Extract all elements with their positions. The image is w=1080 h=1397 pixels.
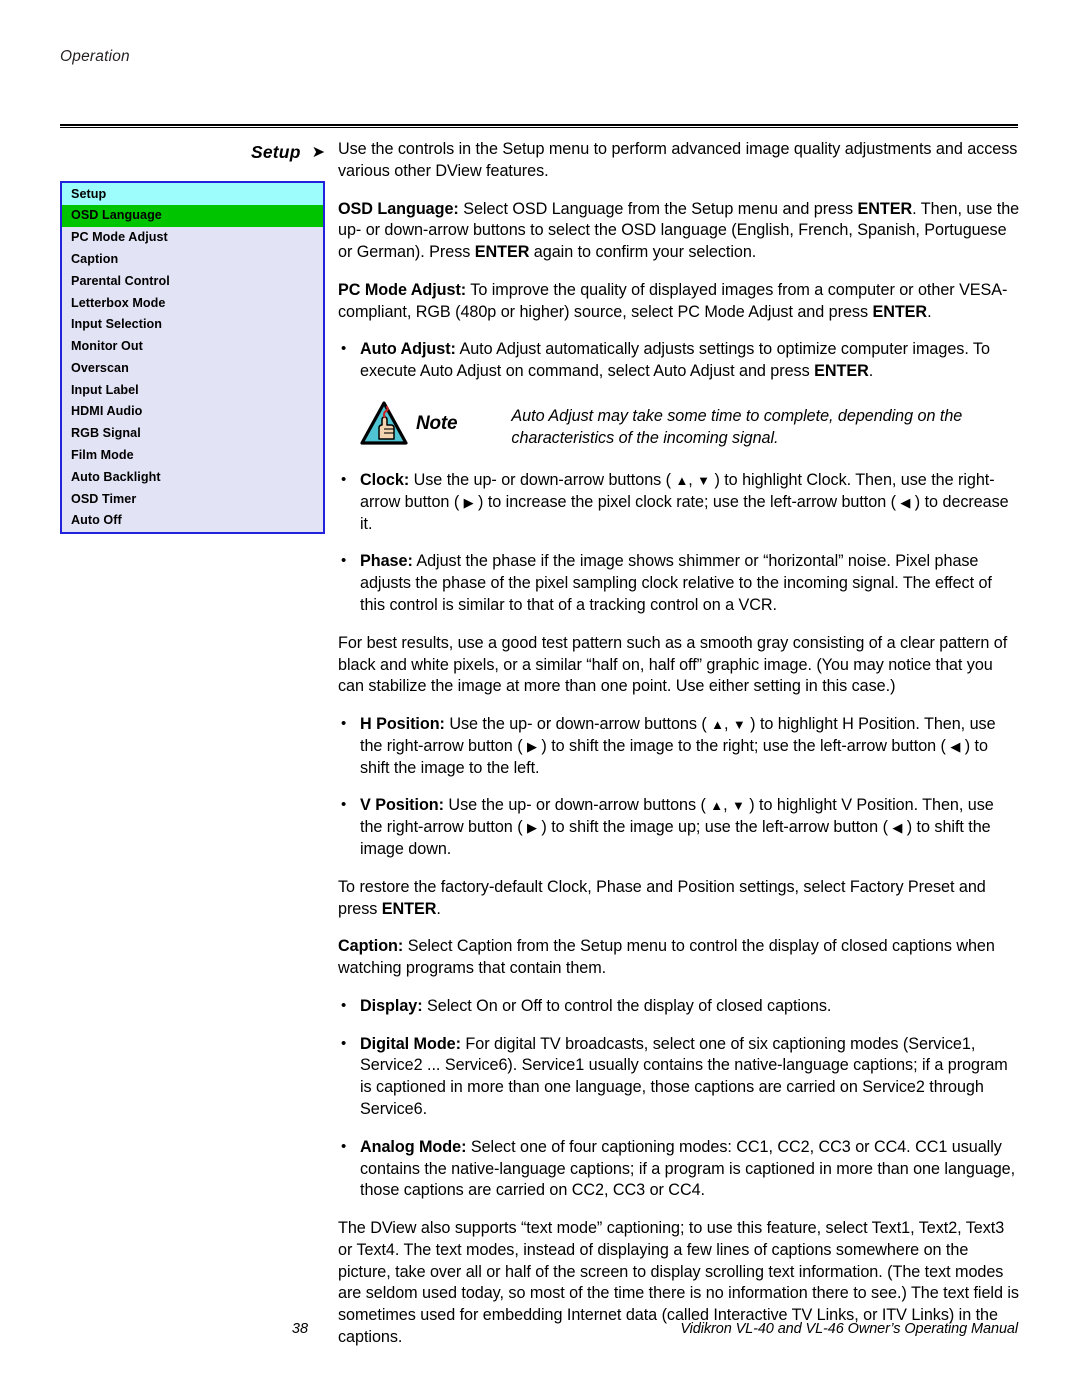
bullet-list-clock-phase: Clock: Use the up- or down-arrow buttons… <box>338 470 1020 617</box>
term-phase: Phase: <box>360 552 413 571</box>
osd-menu-item-rgb-signal[interactable]: RGB Signal <box>62 423 323 445</box>
osd-menu-item-input-label[interactable]: Input Label <box>62 379 323 401</box>
running-head: Operation <box>60 48 130 65</box>
osd-menu-item-hdmi-audio[interactable]: HDMI Audio <box>62 401 323 423</box>
arrow-up-icon: ▲ <box>675 473 689 489</box>
paragraph-pc-mode-adjust: PC Mode Adjust: To improve the quality o… <box>338 280 1020 324</box>
bullet-list-auto-adjust: Auto Adjust: Auto Adjust automatically a… <box>338 339 1020 383</box>
osd-menu-item-overscan[interactable]: Overscan <box>62 357 323 379</box>
arrow-down-icon: ▼ <box>697 473 710 489</box>
text-v-position-a: Use the up- or down-arrow buttons ( <box>443 796 711 815</box>
list-item-display: Display: Select On or Off to control the… <box>338 996 1020 1018</box>
header-divider <box>60 124 1018 128</box>
term-auto-adjust: Auto Adjust: <box>360 340 456 359</box>
text-auto-adjust-b: . <box>868 362 874 381</box>
osd-menu-item-auto-off[interactable]: Auto Off <box>62 510 323 532</box>
note-body-text: Auto Adjust may take some time to comple… <box>511 407 963 447</box>
text-clock-comma: , <box>688 471 698 490</box>
bullet-list-caption-modes: Display: Select On or Off to control the… <box>338 996 1020 1202</box>
keyword-enter: ENTER <box>857 199 913 218</box>
arrow-right-icon: ▶ <box>527 738 537 754</box>
text-v-position-comma: , <box>723 796 732 815</box>
manual-title: Vidikron VL-40 and VL-46 Owner’s Operati… <box>680 1321 1018 1337</box>
osd-menu-item-caption[interactable]: Caption <box>62 248 323 270</box>
page-footer: 38 Vidikron VL-40 and VL-46 Owner’s Oper… <box>60 1321 1018 1337</box>
list-item-analog-mode: Analog Mode: Select one of four captioni… <box>338 1137 1020 1202</box>
term-h-position: H Position: <box>360 715 445 734</box>
body-text-column: Use the controls in the Setup menu to pe… <box>338 139 1020 1349</box>
term-display: Display: <box>360 996 423 1015</box>
term-osd-language: OSD Language: <box>338 199 459 218</box>
list-item-h-position: H Position: Use the up- or down-arrow bu… <box>338 714 1020 779</box>
arrow-up-icon: ▲ <box>711 717 724 733</box>
section-marker: Setup ➤ <box>150 142 325 163</box>
osd-menu-item-film-mode[interactable]: Film Mode <box>62 444 323 466</box>
osd-menu-item-osd-language[interactable]: OSD Language <box>62 204 323 227</box>
term-pc-mode-adjust: PC Mode Adjust: <box>338 280 467 299</box>
arrow-left-icon: ◀ <box>892 820 903 836</box>
arrow-down-icon: ▼ <box>732 717 746 733</box>
text-osd-language-c: again to confirm your selection. <box>529 243 757 262</box>
arrow-right-icon: ▶ <box>463 494 474 510</box>
arrow-right-icon: ▶ <box>527 820 537 836</box>
osd-menu-screenshot: Setup OSD Language PC Mode Adjust Captio… <box>60 181 325 534</box>
text-h-position-a: Use the up- or down-arrow buttons ( <box>444 715 712 734</box>
text-v-position-c: ) to shift the image up; use the left-ar… <box>536 818 893 837</box>
term-clock: Clock: <box>360 471 410 490</box>
section-title: Setup <box>250 142 301 162</box>
osd-menu-item-auto-backlight[interactable]: Auto Backlight <box>62 466 323 488</box>
keyword-enter: ENTER <box>872 302 928 321</box>
text-display-a: Select On or Off to control the display … <box>422 996 832 1015</box>
osd-menu-title: Setup <box>62 183 323 205</box>
osd-menu-item-pc-mode-adjust[interactable]: PC Mode Adjust <box>62 227 323 249</box>
arrow-left-icon: ◀ <box>900 494 911 510</box>
text-pc-mode-adjust-b: . <box>927 302 932 321</box>
paragraph-best-results: For best results, use a good test patter… <box>338 633 1008 696</box>
page-number: 38 <box>291 1321 309 1337</box>
text-h-position-comma: , <box>723 715 733 734</box>
arrow-down-icon: ▼ <box>731 798 745 814</box>
arrow-left-icon: ◀ <box>950 738 961 754</box>
list-item-clock: Clock: Use the up- or down-arrow buttons… <box>338 470 1020 535</box>
osd-menu-item-input-selection[interactable]: Input Selection <box>62 314 323 336</box>
keyword-enter: ENTER <box>474 243 530 262</box>
text-caption-a: Select Caption from the Setup menu to co… <box>338 937 995 978</box>
list-item-v-position: V Position: Use the up- or down-arrow bu… <box>338 795 1020 860</box>
text-phase-a: Adjust the phase if the image shows shim… <box>360 552 992 614</box>
osd-menu-item-osd-timer[interactable]: OSD Timer <box>62 488 323 510</box>
paragraph-caption: Caption: Select Caption from the Setup m… <box>338 936 1020 980</box>
note-callout: Note Auto Adjust may take some time to c… <box>338 399 1020 450</box>
term-analog-mode: Analog Mode: <box>360 1137 467 1156</box>
text-clock-c: ) to increase the pixel clock rate; use … <box>473 492 901 511</box>
keyword-enter: ENTER <box>814 362 869 381</box>
term-v-position: V Position: <box>360 796 444 815</box>
paragraph-factory-preset: To restore the factory-default Clock, Ph… <box>338 877 1020 921</box>
text-clock-a: Use the up- or down-arrow buttons ( <box>409 471 676 490</box>
osd-menu-item-parental-control[interactable]: Parental Control <box>62 270 323 292</box>
note-triangle-hand-icon <box>360 399 412 450</box>
paragraph-intro: Use the controls in the Setup menu to pe… <box>338 140 1018 180</box>
text-factory-preset-b: . <box>436 899 441 918</box>
list-item-auto-adjust: Auto Adjust: Auto Adjust automatically a… <box>338 339 1020 383</box>
term-caption: Caption: <box>338 937 404 956</box>
list-item-phase: Phase: Adjust the phase if the image sho… <box>338 551 1020 616</box>
osd-menu-item-letterbox-mode[interactable]: Letterbox Mode <box>62 292 323 314</box>
list-item-digital-mode: Digital Mode: For digital TV broadcasts,… <box>338 1034 1020 1121</box>
text-osd-language-a: Select OSD Language from the Setup menu … <box>458 199 858 218</box>
keyword-enter: ENTER <box>381 899 437 918</box>
bullet-list-positions: H Position: Use the up- or down-arrow bu… <box>338 714 1020 861</box>
note-label: Note <box>416 413 458 435</box>
osd-menu-item-monitor-out[interactable]: Monitor Out <box>62 335 323 357</box>
term-digital-mode: Digital Mode: <box>360 1034 461 1053</box>
text-h-position-c: ) to shift the image to the right; use t… <box>536 736 951 755</box>
paragraph-osd-language: OSD Language: Select OSD Language from t… <box>338 199 1020 264</box>
arrow-up-icon: ▲ <box>710 798 724 814</box>
arrow-right-icon: ➤ <box>311 144 325 161</box>
